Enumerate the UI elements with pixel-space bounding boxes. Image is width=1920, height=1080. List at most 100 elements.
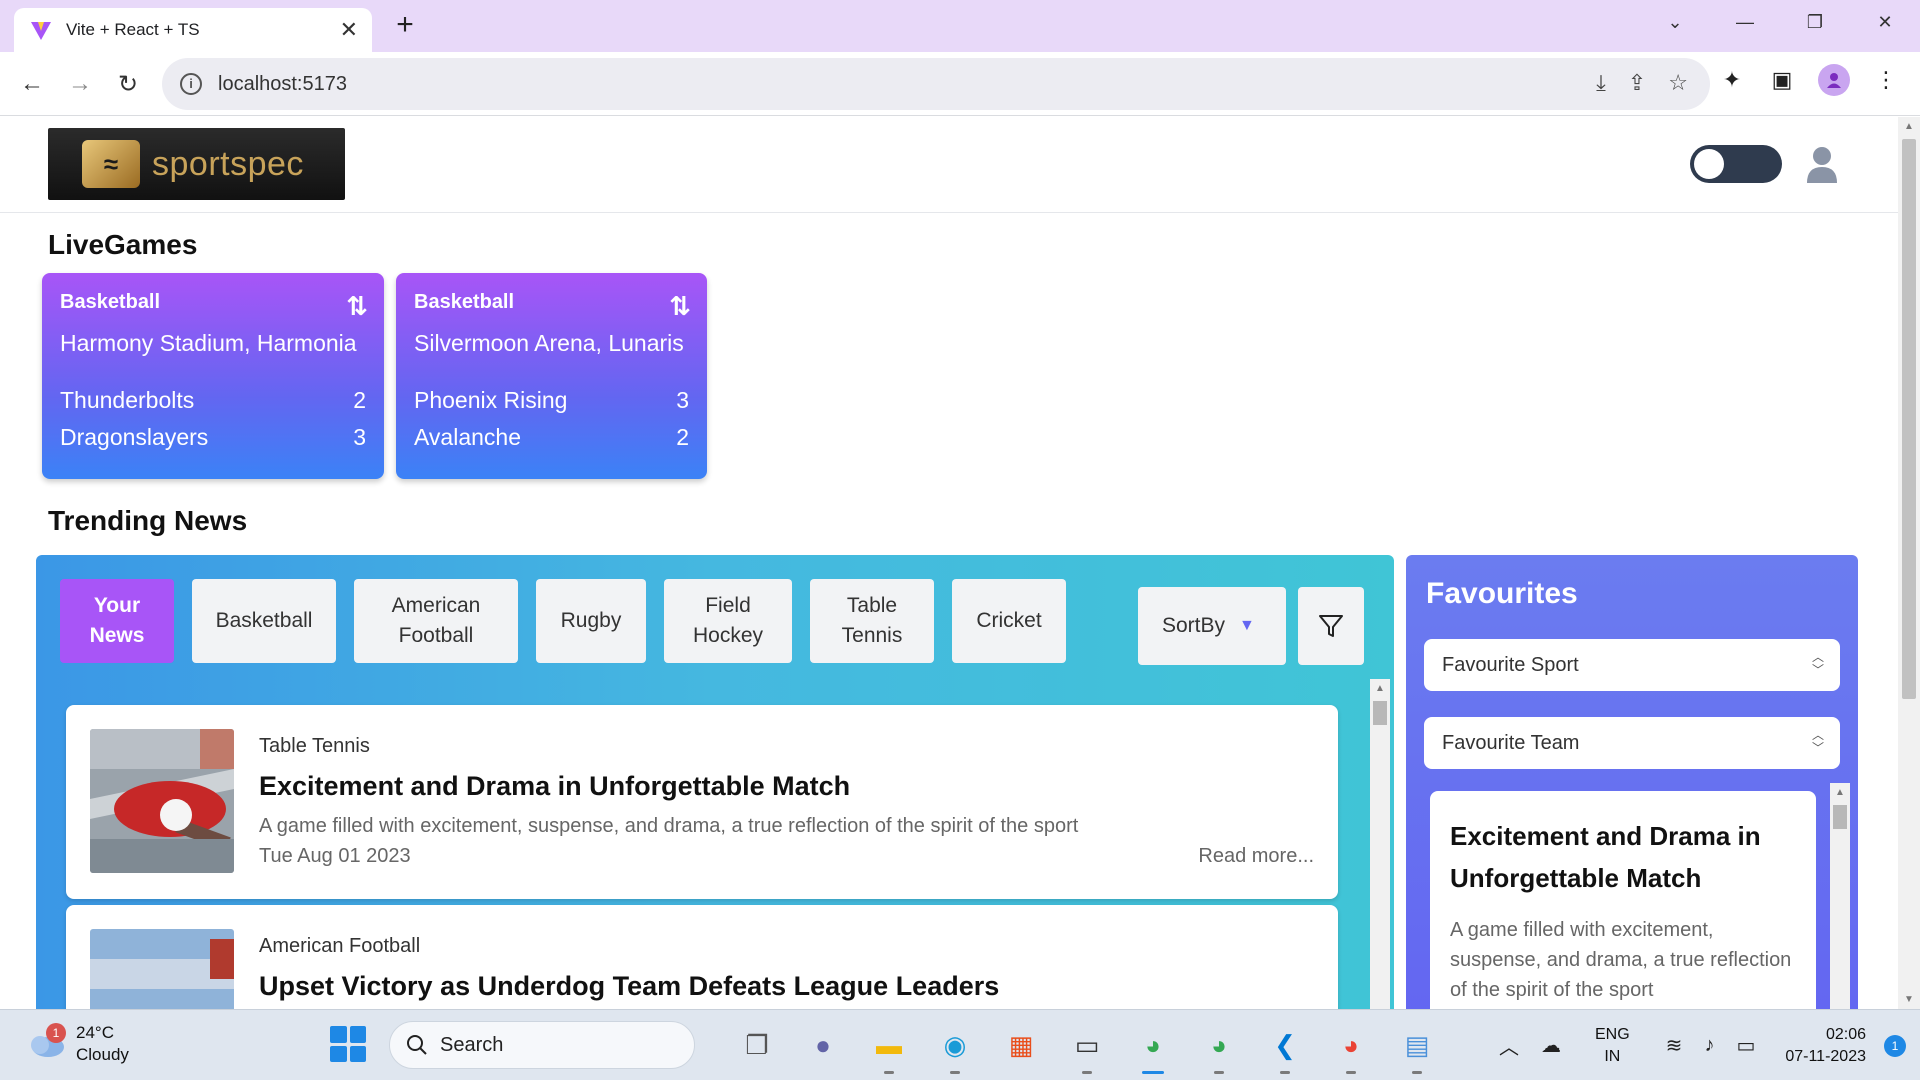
language-indicator[interactable]: ENG IN xyxy=(1595,1024,1630,1068)
page-scrollbar[interactable]: ▲ ▼ xyxy=(1898,117,1920,1009)
news-category: American Football xyxy=(259,935,421,957)
scroll-thumb[interactable] xyxy=(1373,701,1387,725)
tab-search-icon[interactable]: ⌄ xyxy=(1640,0,1710,44)
battery-icon[interactable]: ▭ xyxy=(1736,1033,1755,1058)
chevron-up-icon[interactable]: ︿ xyxy=(1499,1031,1519,1060)
teams-chat-icon[interactable]: ● xyxy=(800,1022,846,1068)
filter-american-football[interactable]: American Football xyxy=(354,579,518,663)
tab-close-icon[interactable]: ✕ xyxy=(340,17,358,43)
live-game-card[interactable]: Basketball ⇅ Harmony Stadium, Harmonia T… xyxy=(42,273,384,479)
minimize-button[interactable]: — xyxy=(1710,0,1780,44)
filter-funnel-icon xyxy=(1319,615,1343,637)
news-headline[interactable]: Excitement and Drama in Unforgettable Ma… xyxy=(259,771,850,802)
chrome-icon[interactable]: ◕ xyxy=(1130,1022,1176,1074)
logo-text: sportspec xyxy=(152,144,304,183)
site-logo[interactable]: ≈ sportspec xyxy=(48,128,345,200)
favourite-team-label: Favourite Team xyxy=(1442,731,1580,754)
scroll-down-arrow-icon[interactable]: ▼ xyxy=(1904,994,1914,1005)
vite-favicon-icon xyxy=(30,19,52,41)
chrome-profile-icon[interactable]: ◕ xyxy=(1328,1022,1374,1074)
back-button[interactable]: ← xyxy=(12,64,52,104)
notepad-icon[interactable]: ▤ xyxy=(1394,1022,1440,1074)
filter-your-news[interactable]: Your News xyxy=(60,579,174,663)
browser-tab[interactable]: Vite + React + TS ✕ xyxy=(14,8,372,52)
swimmer-logo-icon: ≈ xyxy=(82,140,140,188)
new-tab-button[interactable]: + xyxy=(390,10,420,40)
install-icon[interactable]: ⤓ xyxy=(1596,70,1606,96)
scroll-thumb[interactable] xyxy=(1833,805,1847,829)
wifi-icon[interactable]: ≋ xyxy=(1666,1033,1683,1058)
bookmark-star-icon[interactable]: ☆ xyxy=(1668,70,1688,96)
start-button[interactable] xyxy=(330,1026,366,1062)
theme-toggle[interactable] xyxy=(1690,145,1782,183)
share-icon[interactable]: ⇪ xyxy=(1628,70,1646,96)
clock[interactable]: 02:06 07-11-2023 xyxy=(1785,1024,1866,1068)
trending-news-title: Trending News xyxy=(48,505,248,536)
updown-chevron-icon: ︿ ﹀ xyxy=(1811,728,1824,755)
live-game-card[interactable]: Basketball ⇅ Silvermoon Arena, Lunaris P… xyxy=(396,273,707,479)
favourites-scrollbar[interactable]: ▲ xyxy=(1830,783,1850,1009)
browser-toolbar: ← → ↻ i localhost:5173 ⤓ ⇪ ☆ ✦ ▣ ⋮ xyxy=(0,52,1920,116)
site-info-icon[interactable]: i xyxy=(180,73,202,95)
team-score: 2 xyxy=(353,387,366,413)
category-filters: Your News Basketball American Football R… xyxy=(60,579,1066,663)
profile-avatar[interactable] xyxy=(1818,64,1850,96)
favourite-sport-select[interactable]: Favourite Sport ︿ ﹀ xyxy=(1424,639,1840,691)
scroll-up-arrow-icon[interactable]: ▲ xyxy=(1835,787,1845,798)
filter-table-tennis[interactable]: Table Tennis xyxy=(810,579,934,663)
taskbar-search[interactable]: Search xyxy=(389,1021,695,1069)
restore-button[interactable]: ❐ xyxy=(1780,0,1850,44)
vscode-icon[interactable]: ❮ xyxy=(1262,1022,1308,1074)
onedrive-cloud-icon[interactable]: ☁ xyxy=(1541,1033,1561,1058)
address-bar[interactable]: i localhost:5173 ⤓ ⇪ ☆ xyxy=(162,58,1710,110)
read-more-link[interactable]: Read more... xyxy=(1198,845,1314,868)
filter-cricket[interactable]: Cricket xyxy=(952,579,1066,663)
url-text: localhost:5173 xyxy=(218,72,347,95)
windows-taskbar: 1 24°C Cloudy Search ❐ ● ▬ ◉ ▦ ▭ ◕ ◕ ❮ ◕… xyxy=(0,1009,1920,1080)
browser-menu-icon[interactable]: ⋮ xyxy=(1872,66,1900,94)
filter-field-hockey[interactable]: Field Hockey xyxy=(664,579,792,663)
favourite-team-select[interactable]: Favourite Team ︿ ﹀ xyxy=(1424,717,1840,769)
filter-rugby[interactable]: Rugby xyxy=(536,579,646,663)
news-thumbnail xyxy=(90,729,234,873)
scroll-up-arrow-icon[interactable]: ▲ xyxy=(1375,683,1385,694)
favourite-news-card[interactable]: Excitement and Drama in Unforgettable Ma… xyxy=(1430,791,1816,1009)
forward-button[interactable]: → xyxy=(60,64,100,104)
sort-by-dropdown[interactable]: SortBy ▼ xyxy=(1138,587,1286,665)
close-window-button[interactable]: ✕ xyxy=(1850,0,1920,44)
system-tray: ︿ ☁ ENG IN ≋ ♪ ▭ 02:06 07-11-2023 1 xyxy=(1499,1010,1920,1080)
page-scroll-thumb[interactable] xyxy=(1902,139,1916,699)
favourites-title: Favourites xyxy=(1426,577,1578,610)
news-thumbnail xyxy=(90,929,234,1009)
live-games-title: LiveGames xyxy=(48,229,198,260)
notification-badge[interactable]: 1 xyxy=(1884,1034,1906,1057)
team-name: Phoenix Rising xyxy=(414,387,568,413)
microsoft-store-icon[interactable]: ▦ xyxy=(998,1022,1044,1068)
terminal-icon[interactable]: ▭ xyxy=(1064,1022,1110,1074)
edge-browser-icon[interactable]: ◉ xyxy=(932,1022,978,1074)
weather-widget[interactable]: 1 24°C Cloudy xyxy=(26,1022,129,1066)
news-scrollbar[interactable]: ▲ xyxy=(1370,679,1390,1009)
scroll-up-arrow-icon[interactable]: ▲ xyxy=(1904,121,1914,132)
file-explorer-icon[interactable]: ▬ xyxy=(866,1022,912,1074)
extensions-icon[interactable]: ✦ xyxy=(1718,66,1746,94)
weather-desc: Cloudy xyxy=(76,1045,129,1064)
chrome-profile-icon[interactable]: ◕ xyxy=(1196,1022,1242,1074)
task-view-icon[interactable]: ❐ xyxy=(734,1022,780,1068)
web-page: ≈ sportspec LiveGames Basketball ⇅ Harmo… xyxy=(0,117,1898,1009)
filter-button[interactable] xyxy=(1298,587,1364,665)
user-icon[interactable] xyxy=(1804,145,1840,185)
search-label: Search xyxy=(440,1033,504,1056)
reload-button[interactable]: ↻ xyxy=(108,64,148,104)
filter-basketball[interactable]: Basketball xyxy=(192,579,336,663)
chevron-down-icon: ▼ xyxy=(1239,617,1255,634)
side-panel-icon[interactable]: ▣ xyxy=(1768,66,1796,94)
game-sport: Basketball xyxy=(414,291,515,313)
news-card[interactable]: American Football Upset Victory as Under… xyxy=(66,905,1338,1009)
news-card[interactable]: Table Tennis Excitement and Drama in Unf… xyxy=(66,705,1338,899)
news-date: Tue Aug 01 2023 xyxy=(259,845,411,867)
team-score: 2 xyxy=(676,424,689,450)
volume-icon[interactable]: ♪ xyxy=(1704,1034,1714,1057)
weather-badge: 1 xyxy=(46,1023,66,1043)
news-headline[interactable]: Upset Victory as Underdog Team Defeats L… xyxy=(259,971,999,1002)
